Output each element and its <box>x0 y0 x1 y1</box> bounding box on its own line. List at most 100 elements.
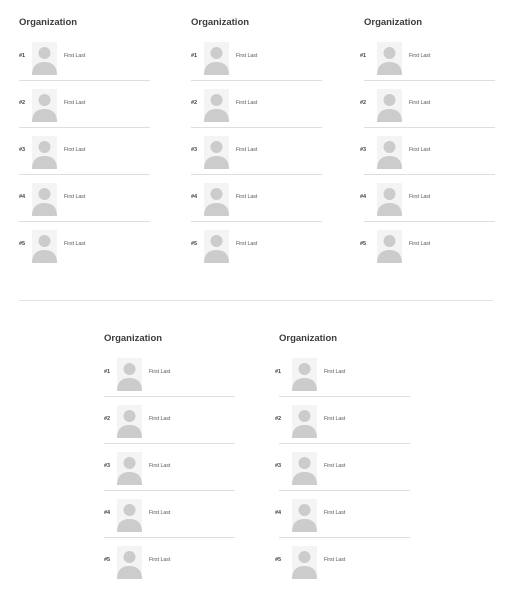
list-item[interactable]: #3 First Last <box>19 136 150 183</box>
row-divider <box>19 80 150 81</box>
list-item[interactable]: #2 First Last <box>275 405 410 452</box>
list-item[interactable]: #5 First Last <box>275 546 410 593</box>
person-name: First Last <box>149 463 171 469</box>
card-title: Organization <box>279 333 338 344</box>
row-divider <box>279 396 410 397</box>
list-item[interactable]: #2 First Last <box>19 89 150 136</box>
rank-label: #3 <box>360 147 367 153</box>
rank-label: #2 <box>104 416 111 422</box>
person-name: First Last <box>236 147 258 153</box>
person-name: First Last <box>324 463 346 469</box>
person-name: First Last <box>64 53 86 59</box>
rank-label: #5 <box>360 241 367 247</box>
person-name: First Last <box>149 510 171 516</box>
list-item[interactable]: #1 First Last <box>191 42 322 89</box>
rank-label: #1 <box>360 53 367 59</box>
list-item[interactable]: #1 First Last <box>275 358 410 405</box>
row-divider <box>191 127 322 128</box>
list-item[interactable]: #4 First Last <box>104 499 235 546</box>
rank-label: #3 <box>275 463 282 469</box>
row-divider <box>279 537 410 538</box>
person-name: First Last <box>64 100 86 106</box>
organization-card: Organization #1 First Last #2 First Last… <box>275 332 410 579</box>
list-item[interactable]: #3 First Last <box>275 452 410 499</box>
row-divider <box>279 443 410 444</box>
person-name: First Last <box>324 369 346 375</box>
list-item[interactable]: #1 First Last <box>360 42 495 89</box>
list-item[interactable]: #5 First Last <box>191 230 322 277</box>
person-name: First Last <box>64 241 86 247</box>
list-item[interactable]: #5 First Last <box>360 230 495 277</box>
list-item[interactable]: #3 First Last <box>360 136 495 183</box>
list-item[interactable]: #4 First Last <box>191 183 322 230</box>
person-name: First Last <box>64 147 86 153</box>
user-placeholder-icon <box>204 136 229 169</box>
rank-label: #5 <box>191 241 198 247</box>
user-placeholder-icon <box>377 42 402 75</box>
user-placeholder-icon <box>117 405 142 438</box>
user-placeholder-icon <box>32 136 57 169</box>
card-title: Organization <box>19 17 78 28</box>
user-placeholder-icon <box>377 136 402 169</box>
row-divider <box>364 221 495 222</box>
user-placeholder-icon <box>204 42 229 75</box>
rank-label: #4 <box>104 510 111 516</box>
row-divider <box>104 490 235 491</box>
user-placeholder-icon <box>377 230 402 263</box>
card-title: Organization <box>364 17 423 28</box>
organization-card: Organization #1 First Last #2 First Last… <box>19 16 150 263</box>
list-item[interactable]: #1 First Last <box>104 358 235 405</box>
list-item[interactable]: #3 First Last <box>104 452 235 499</box>
person-name: First Last <box>409 53 431 59</box>
list-item[interactable]: #5 First Last <box>19 230 150 277</box>
list-item[interactable]: #2 First Last <box>360 89 495 136</box>
person-name: First Last <box>324 557 346 563</box>
list-item[interactable]: #4 First Last <box>275 499 410 546</box>
user-placeholder-icon <box>32 183 57 216</box>
list-item[interactable]: #4 First Last <box>19 183 150 230</box>
row-divider <box>191 174 322 175</box>
user-placeholder-icon <box>377 183 402 216</box>
person-name: First Last <box>409 194 431 200</box>
rank-label: #4 <box>19 194 26 200</box>
rank-label: #5 <box>104 557 111 563</box>
person-name: First Last <box>409 241 431 247</box>
row-divider <box>364 174 495 175</box>
person-name: First Last <box>236 100 258 106</box>
row-divider <box>191 221 322 222</box>
organization-card: Organization #1 First Last #2 First Last… <box>104 332 235 579</box>
user-placeholder-icon <box>292 358 317 391</box>
organization-card: Organization #1 First Last #2 First Last… <box>191 16 322 263</box>
rank-label: #2 <box>275 416 282 422</box>
list-item[interactable]: #2 First Last <box>104 405 235 452</box>
person-name: First Last <box>236 241 258 247</box>
person-name: First Last <box>324 416 346 422</box>
rank-label: #1 <box>275 369 282 375</box>
user-placeholder-icon <box>117 358 142 391</box>
row-divider <box>19 127 150 128</box>
person-name: First Last <box>236 53 258 59</box>
user-placeholder-icon <box>117 499 142 532</box>
rank-label: #2 <box>360 100 367 106</box>
list-item[interactable]: #1 First Last <box>19 42 150 89</box>
person-name: First Last <box>409 100 431 106</box>
rank-label: #1 <box>191 53 198 59</box>
row-divider <box>104 443 235 444</box>
rank-label: #4 <box>360 194 367 200</box>
person-name: First Last <box>324 510 346 516</box>
list-item[interactable]: #2 First Last <box>191 89 322 136</box>
list-item[interactable]: #3 First Last <box>191 136 322 183</box>
user-placeholder-icon <box>292 452 317 485</box>
rank-label: #3 <box>19 147 26 153</box>
rank-label: #3 <box>104 463 111 469</box>
rank-label: #4 <box>191 194 198 200</box>
list-item[interactable]: #4 First Last <box>360 183 495 230</box>
rank-label: #1 <box>104 369 111 375</box>
user-placeholder-icon <box>377 89 402 122</box>
user-placeholder-icon <box>204 230 229 263</box>
person-name: First Last <box>409 147 431 153</box>
section-divider <box>19 300 493 301</box>
list-item[interactable]: #5 First Last <box>104 546 235 593</box>
rank-label: #2 <box>191 100 198 106</box>
user-placeholder-icon <box>32 89 57 122</box>
